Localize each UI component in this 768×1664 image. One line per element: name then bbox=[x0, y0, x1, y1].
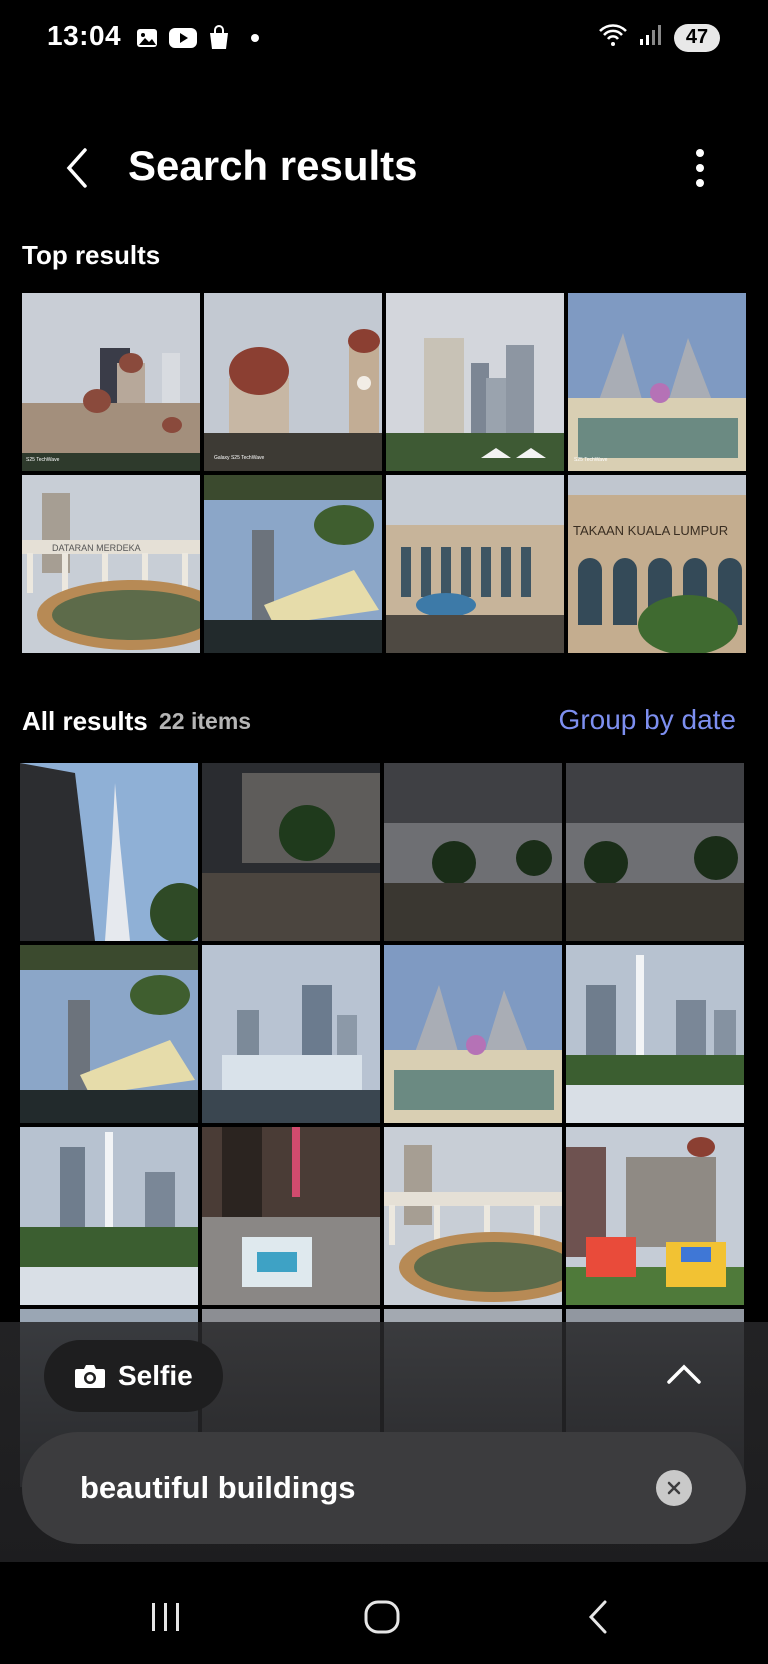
home-button[interactable] bbox=[352, 1592, 412, 1642]
battery-indicator: 47 bbox=[674, 23, 720, 52]
photo-thumbnail[interactable] bbox=[386, 293, 564, 471]
photo-thumbnail[interactable] bbox=[386, 475, 564, 653]
photo-thumbnail[interactable]: S25 TechWave bbox=[568, 293, 746, 471]
youtube-icon bbox=[169, 24, 197, 52]
search-query[interactable]: beautiful buildings bbox=[80, 1470, 356, 1506]
status-notification-icons bbox=[133, 24, 269, 52]
svg-text:DATARAN MERDEKA: DATARAN MERDEKA bbox=[52, 543, 141, 553]
page-title: Search results bbox=[128, 142, 418, 189]
group-by-date-button[interactable]: Group by date bbox=[559, 704, 736, 736]
signal-icon bbox=[638, 23, 664, 52]
navigation-bar bbox=[0, 1562, 768, 1664]
selfie-chip-label: Selfie bbox=[118, 1360, 193, 1391]
svg-text:Galaxy S25 TechWave: Galaxy S25 TechWave bbox=[214, 455, 265, 461]
photo-thumbnail[interactable]: Galaxy S25 TechWave bbox=[204, 293, 382, 471]
photo-thumbnail[interactable] bbox=[204, 475, 382, 653]
nav-back-button[interactable] bbox=[568, 1592, 628, 1642]
status-time: 13:04 bbox=[47, 20, 122, 51]
photo-thumbnail[interactable]: TAKAAN KUALA LUMPUR bbox=[568, 475, 746, 653]
photo-thumbnail[interactable] bbox=[384, 1127, 562, 1305]
photo-thumbnail[interactable] bbox=[20, 1127, 198, 1305]
more-options-button[interactable] bbox=[680, 138, 720, 198]
photo-thumbnail[interactable] bbox=[566, 945, 744, 1123]
result-count: 22 items bbox=[159, 708, 252, 734]
chevron-up-icon bbox=[667, 1364, 701, 1384]
top-results-grid: S25 TechWave Galaxy S25 TechWave S25 Tec… bbox=[22, 293, 746, 653]
camera-icon bbox=[75, 1365, 105, 1388]
clear-icon bbox=[667, 1481, 681, 1495]
more-vertical-icon bbox=[696, 149, 704, 187]
back-icon bbox=[588, 1600, 607, 1634]
photo-thumbnail[interactable] bbox=[566, 1127, 744, 1305]
app-header: Search results bbox=[0, 130, 768, 210]
photo-thumbnail[interactable] bbox=[566, 763, 744, 941]
clear-search-button[interactable] bbox=[656, 1470, 692, 1506]
status-system-icons: 47 bbox=[598, 22, 720, 53]
photo-thumbnail[interactable] bbox=[202, 945, 380, 1123]
all-results-heading: All results bbox=[22, 706, 148, 736]
gallery-icon bbox=[133, 24, 161, 52]
search-panel: Selfie beautiful buildings bbox=[0, 1322, 768, 1562]
svg-text:S25 TechWave: S25 TechWave bbox=[26, 457, 60, 463]
wifi-icon bbox=[598, 22, 628, 53]
expand-button[interactable] bbox=[662, 1352, 706, 1396]
svg-text:S25 TechWave: S25 TechWave bbox=[574, 457, 608, 463]
photo-thumbnail[interactable] bbox=[384, 763, 562, 941]
photo-thumbnail[interactable] bbox=[20, 763, 198, 941]
dot-icon bbox=[241, 24, 269, 52]
recent-apps-button[interactable] bbox=[136, 1592, 196, 1642]
top-results-heading: Top results bbox=[22, 240, 161, 270]
selfie-chip[interactable]: Selfie bbox=[44, 1340, 223, 1412]
photo-thumbnail[interactable] bbox=[384, 945, 562, 1123]
photo-thumbnail[interactable]: S25 TechWave bbox=[22, 293, 200, 471]
home-icon bbox=[364, 1600, 400, 1634]
photo-thumbnail[interactable] bbox=[20, 945, 198, 1123]
recent-apps-icon bbox=[152, 1603, 179, 1631]
back-button[interactable] bbox=[52, 138, 102, 198]
chevron-left-icon bbox=[66, 148, 87, 188]
search-field[interactable]: beautiful buildings bbox=[22, 1432, 746, 1544]
photo-thumbnail[interactable] bbox=[202, 1127, 380, 1305]
photo-thumbnail[interactable]: DATARAN MERDEKA bbox=[22, 475, 200, 653]
shop-icon bbox=[205, 24, 233, 52]
status-bar: 13:04 47 bbox=[0, 0, 768, 80]
photo-thumbnail[interactable] bbox=[202, 763, 380, 941]
svg-text:TAKAAN KUALA LUMPUR: TAKAAN KUALA LUMPUR bbox=[573, 523, 728, 538]
